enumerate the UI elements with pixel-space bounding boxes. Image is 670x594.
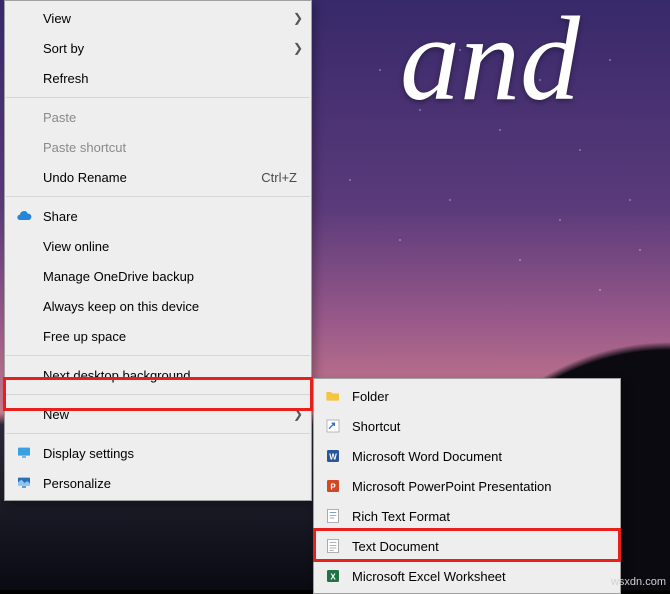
cloud-icon: [11, 208, 37, 224]
submenu-item-text-document[interactable]: Text Document: [314, 531, 620, 561]
submenu-item-label: Microsoft Excel Worksheet: [346, 569, 612, 584]
submenu-item-folder[interactable]: Folder: [314, 381, 620, 411]
menu-item-sort-by[interactable]: Sort by ❯: [5, 33, 311, 63]
menu-item-label: Manage OneDrive backup: [37, 269, 303, 284]
submenu-item-label: Rich Text Format: [346, 509, 612, 524]
menu-separator: [6, 394, 310, 395]
rtf-icon: [320, 508, 346, 524]
excel-icon: X: [320, 568, 346, 584]
menu-separator: [6, 355, 310, 356]
menu-item-label: View online: [37, 239, 303, 254]
menu-item-label: Display settings: [37, 446, 303, 461]
svg-text:W: W: [329, 452, 337, 461]
menu-item-label: Paste: [37, 110, 303, 125]
chevron-right-icon: ❯: [289, 407, 303, 421]
watermark: wsxdn.com: [611, 576, 666, 588]
menu-item-personalize[interactable]: Personalize: [5, 468, 311, 498]
menu-separator: [6, 196, 310, 197]
wallpaper-script-text: and: [310, 0, 670, 128]
menu-item-manage-onedrive-backup[interactable]: Manage OneDrive backup: [5, 261, 311, 291]
menu-item-label: Personalize: [37, 476, 303, 491]
menu-item-free-up-space[interactable]: Free up space: [5, 321, 311, 351]
menu-item-shortcut: Ctrl+Z: [261, 170, 303, 185]
word-icon: W: [320, 448, 346, 464]
menu-item-label: Sort by: [37, 41, 289, 56]
menu-item-paste: Paste: [5, 102, 311, 132]
submenu-item-label: Text Document: [346, 539, 612, 554]
submenu-item-label: Folder: [346, 389, 612, 404]
new-submenu: Folder Shortcut W Microsoft Word Documen…: [313, 378, 621, 594]
menu-item-label: Refresh: [37, 71, 303, 86]
personalize-icon: [11, 475, 37, 491]
submenu-item-word-document[interactable]: W Microsoft Word Document: [314, 441, 620, 471]
monitor-icon: [11, 445, 37, 461]
menu-item-label: View: [37, 11, 289, 26]
menu-item-paste-shortcut: Paste shortcut: [5, 132, 311, 162]
menu-item-display-settings[interactable]: Display settings: [5, 438, 311, 468]
submenu-item-excel-worksheet[interactable]: X Microsoft Excel Worksheet: [314, 561, 620, 591]
menu-item-label: Share: [37, 209, 303, 224]
chevron-right-icon: ❯: [289, 41, 303, 55]
menu-item-always-keep-on-device[interactable]: Always keep on this device: [5, 291, 311, 321]
menu-item-label: Free up space: [37, 329, 303, 344]
menu-item-view[interactable]: View ❯: [5, 3, 311, 33]
submenu-item-label: Microsoft Word Document: [346, 449, 612, 464]
menu-item-label: New: [37, 407, 289, 422]
menu-item-label: Undo Rename: [37, 170, 261, 185]
folder-icon: [320, 388, 346, 404]
menu-item-undo-rename[interactable]: Undo Rename Ctrl+Z: [5, 162, 311, 192]
svg-text:X: X: [330, 572, 336, 581]
submenu-item-shortcut[interactable]: Shortcut: [314, 411, 620, 441]
shortcut-icon: [320, 418, 346, 434]
powerpoint-icon: P: [320, 478, 346, 494]
submenu-item-powerpoint-presentation[interactable]: P Microsoft PowerPoint Presentation: [314, 471, 620, 501]
menu-item-next-desktop-background[interactable]: Next desktop background: [5, 360, 311, 390]
desktop-context-menu: View ❯ Sort by ❯ Refresh Paste Paste sho…: [4, 0, 312, 501]
menu-separator: [6, 97, 310, 98]
menu-item-new[interactable]: New ❯: [5, 399, 311, 429]
menu-item-label: Next desktop background: [37, 368, 303, 383]
menu-item-refresh[interactable]: Refresh: [5, 63, 311, 93]
menu-separator: [6, 433, 310, 434]
text-document-icon: [320, 538, 346, 554]
submenu-item-label: Microsoft PowerPoint Presentation: [346, 479, 612, 494]
menu-item-label: Always keep on this device: [37, 299, 303, 314]
menu-item-label: Paste shortcut: [37, 140, 303, 155]
chevron-right-icon: ❯: [289, 11, 303, 25]
menu-item-share[interactable]: Share: [5, 201, 311, 231]
submenu-item-label: Shortcut: [346, 419, 612, 434]
menu-item-view-online[interactable]: View online: [5, 231, 311, 261]
svg-text:P: P: [330, 482, 336, 491]
submenu-item-rich-text-format[interactable]: Rich Text Format: [314, 501, 620, 531]
